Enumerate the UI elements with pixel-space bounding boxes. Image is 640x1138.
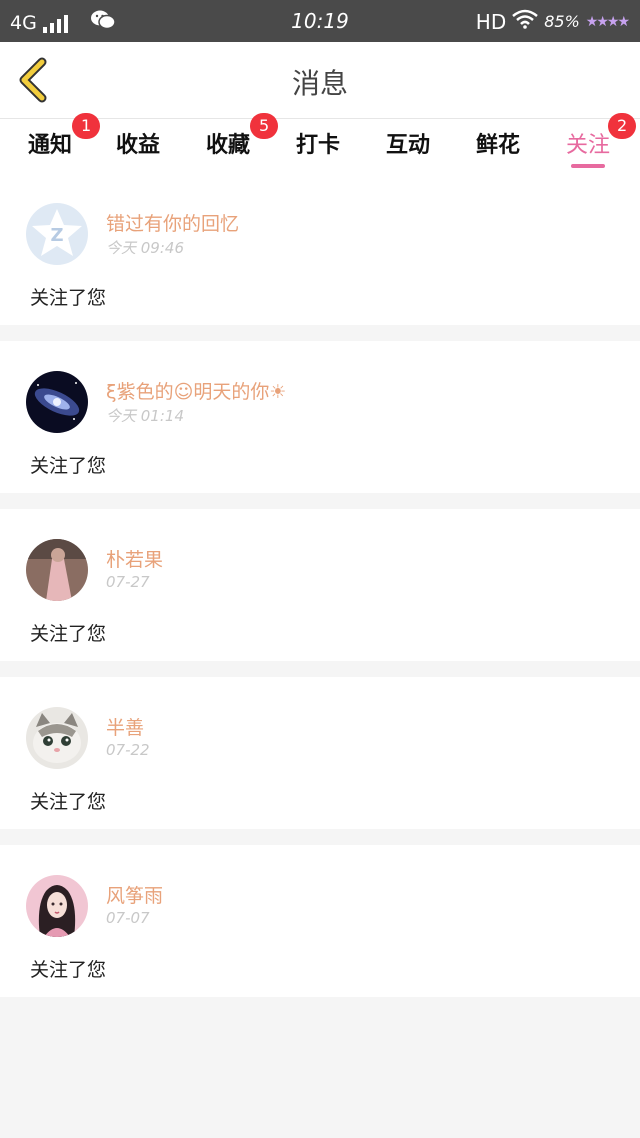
tab-badge-follow: 2: [608, 113, 637, 139]
battery-stars-icon: ★★★★: [585, 13, 630, 30]
hd-indicator: HD: [475, 9, 507, 34]
message-time: 今天 01:14: [106, 407, 184, 425]
status-right: HD 85% ★★★★: [475, 9, 630, 34]
tab-notifications[interactable]: 通知: [28, 127, 72, 159]
avatar[interactable]: [26, 539, 88, 601]
list-item[interactable]: 风筝雨 07-07 关注了您: [0, 845, 640, 997]
avatar[interactable]: [26, 371, 88, 433]
tab-checkin[interactable]: 打卡: [296, 127, 340, 159]
active-tab-indicator: [571, 164, 605, 168]
status-bar: 4G 10:19 HD 85% ★★★★: [0, 0, 640, 42]
message-time: 07-07: [106, 909, 150, 927]
message-time: 今天 09:46: [106, 239, 184, 257]
tab-badge-notifications: 1: [72, 113, 101, 139]
tab-flowers[interactable]: 鲜花: [476, 127, 520, 159]
message-text: 关注了您: [30, 287, 107, 309]
tab-follow[interactable]: 关注: [566, 127, 610, 159]
message-time: 07-27: [106, 573, 150, 591]
avatar[interactable]: [26, 875, 88, 937]
tab-interaction[interactable]: 互动: [386, 127, 430, 159]
message-time: 07-22: [106, 741, 150, 759]
message-text: 关注了您: [30, 791, 107, 813]
user-name[interactable]: 半善: [106, 713, 144, 740]
avatar[interactable]: [26, 707, 88, 769]
list-item[interactable]: 半善 07-22 关注了您: [0, 677, 640, 829]
list-item[interactable]: Z 错过有你的回忆 今天 09:46 关注了您: [0, 173, 640, 325]
message-text: 关注了您: [30, 455, 107, 477]
message-text: 关注了您: [30, 623, 107, 645]
user-name[interactable]: ξ紫色的☺明天的你☀: [106, 377, 286, 404]
tab-favorites[interactable]: 收藏: [206, 127, 250, 159]
user-name[interactable]: 风筝雨: [106, 881, 163, 908]
avatar[interactable]: Z: [26, 203, 88, 265]
message-text: 关注了您: [30, 959, 107, 981]
svg-text:Z: Z: [50, 225, 63, 246]
header: 消息: [0, 42, 640, 119]
tab-earnings[interactable]: 收益: [116, 127, 160, 159]
list-item[interactable]: 朴若果 07-27 关注了您: [0, 509, 640, 661]
page-title: 消息: [291, 67, 348, 100]
list-item[interactable]: ξ紫色的☺明天的你☀ 今天 01:14 关注了您: [0, 341, 640, 493]
battery-level: 85%: [544, 12, 580, 31]
tab-badge-favorites: 5: [250, 113, 279, 139]
tab-bar: 通知 1 收益 收藏 5 打卡 互动 鲜花 关注 2: [0, 113, 640, 173]
wifi-icon: [512, 9, 539, 34]
user-name[interactable]: 朴若果: [106, 545, 163, 572]
user-name[interactable]: 错过有你的回忆: [106, 209, 239, 236]
